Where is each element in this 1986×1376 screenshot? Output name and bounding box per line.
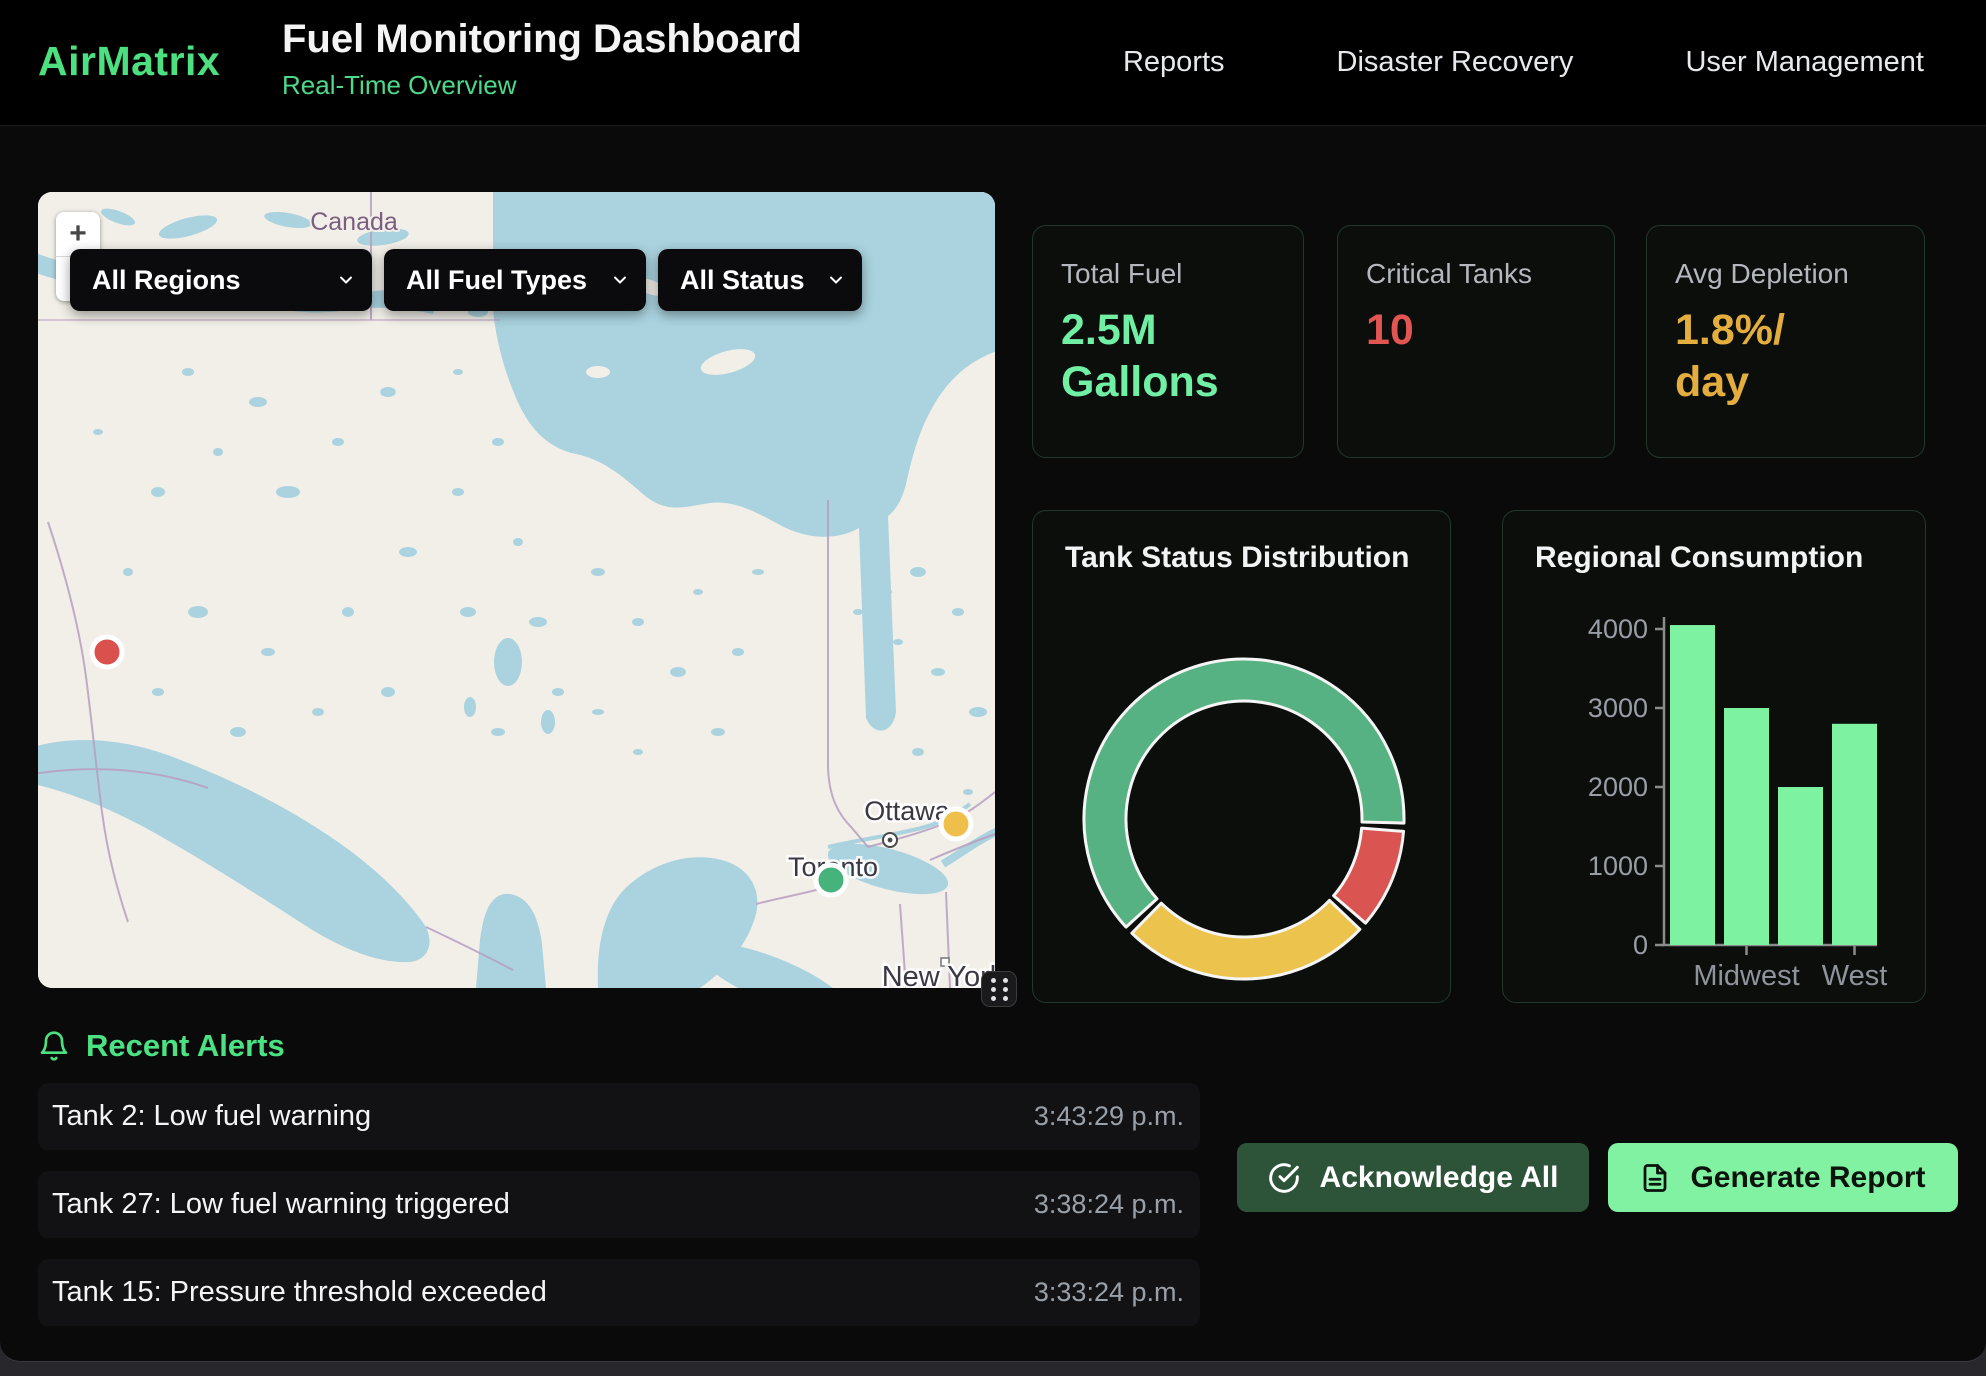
alert-message: Tank 27: Low fuel warning triggered [52, 1188, 510, 1221]
fuel-type-filter-label: All Fuel Types [406, 265, 587, 296]
region-filter-label: All Regions [92, 265, 241, 296]
recent-alerts-title: Recent Alerts [86, 1028, 285, 1064]
svg-text:Midwest: Midwest [1693, 960, 1799, 992]
kpi-label: Total Fuel [1061, 258, 1275, 290]
tank-marker-warning[interactable] [941, 809, 971, 839]
map-label-ottawa: Ottawa [864, 796, 951, 826]
svg-text:3000: 3000 [1588, 693, 1648, 723]
kpi-value: 1.8%/ day [1675, 304, 1896, 409]
chevron-down-icon [336, 270, 356, 290]
page-subtitle: Real-Time Overview [282, 70, 802, 101]
tank-marker-normal[interactable] [816, 865, 846, 895]
tank-status-chart-card: Tank Status Distribution [1032, 510, 1451, 1003]
svg-text:4000: 4000 [1588, 614, 1648, 644]
alert-timestamp: 3:33:24 p.m. [1034, 1277, 1184, 1308]
regional-consumption-chart-card: 0 1000 2000 3000 4000 Midwest West Regional Co… [1502, 510, 1926, 1003]
kpi-value: 10 [1366, 304, 1586, 356]
map-filters: All Regions All Fuel Types All Status [70, 249, 862, 311]
page-title: Fuel Monitoring Dashboard [282, 17, 802, 62]
bell-icon [38, 1030, 70, 1062]
fuel-type-filter-dropdown[interactable]: All Fuel Types [384, 249, 646, 311]
recent-alerts-header: Recent Alerts [38, 1028, 285, 1064]
app-header: AirMatrix Fuel Monitoring Dashboard Real… [0, 0, 1986, 126]
chevron-down-icon [610, 270, 630, 290]
alert-timestamp: 3:38:24 p.m. [1034, 1189, 1184, 1220]
alert-timestamp: 3:43:29 p.m. [1034, 1101, 1184, 1132]
kpi-total-fuel: Total Fuel 2.5M Gallons [1032, 225, 1304, 458]
alert-row: Tank 27: Low fuel warning triggered 3:38… [38, 1171, 1200, 1238]
brand-logo: AirMatrix [38, 38, 220, 85]
kpi-avg-depletion: Avg Depletion 1.8%/ day [1646, 225, 1925, 458]
city-dot-ottawa [883, 833, 897, 847]
map-label-new-york: New York [882, 961, 995, 988]
alert-row: Tank 2: Low fuel warning 3:43:29 p.m. [38, 1083, 1200, 1150]
map-label-canada: Canada [310, 208, 398, 236]
region-filter-dropdown[interactable]: All Regions [70, 249, 372, 311]
map-canvas: Canada Ottawa Toronto New York [38, 192, 995, 988]
main-nav: Reports Disaster Recovery User Managemen… [1123, 0, 1924, 125]
generate-report-button[interactable]: Generate Report [1608, 1143, 1958, 1212]
kpi-critical-tanks: Critical Tanks 10 [1337, 225, 1615, 458]
check-circle-icon [1268, 1162, 1300, 1194]
chart-title: Regional Consumption [1535, 541, 1925, 575]
kpi-label: Critical Tanks [1366, 258, 1586, 290]
alert-message: Tank 2: Low fuel warning [52, 1100, 371, 1133]
chevron-down-icon [826, 270, 846, 290]
kpi-label: Avg Depletion [1675, 258, 1896, 290]
regional-consumption-bar-chart: 0 1000 2000 3000 4000 Midwest West [1503, 511, 1926, 1003]
tank-marker-critical[interactable] [92, 637, 122, 667]
nav-disaster-recovery[interactable]: Disaster Recovery [1337, 46, 1574, 79]
tank-status-donut-chart [1033, 511, 1451, 1003]
svg-text:West: West [1822, 960, 1888, 992]
alert-row: Tank 15: Pressure threshold exceeded 3:3… [38, 1259, 1200, 1326]
fuel-map[interactable]: Canada Ottawa Toronto New York + − All R… [38, 192, 995, 988]
nav-reports[interactable]: Reports [1123, 46, 1225, 79]
status-filter-label: All Status [680, 265, 805, 296]
resize-drag-handle[interactable] [981, 971, 1017, 1007]
document-icon [1640, 1163, 1670, 1193]
dashboard-window: AirMatrix Fuel Monitoring Dashboard Real… [0, 0, 1986, 1362]
svg-text:1000: 1000 [1588, 851, 1648, 881]
kpi-value: 2.5M Gallons [1061, 304, 1275, 409]
alert-message: Tank 15: Pressure threshold exceeded [52, 1276, 547, 1309]
generate-report-label: Generate Report [1690, 1161, 1925, 1195]
nav-user-management[interactable]: User Management [1685, 46, 1924, 79]
acknowledge-all-label: Acknowledge All [1320, 1161, 1559, 1195]
acknowledge-all-button[interactable]: Acknowledge All [1237, 1143, 1589, 1212]
svg-text:2000: 2000 [1588, 772, 1648, 802]
svg-text:0: 0 [1633, 930, 1648, 960]
status-filter-dropdown[interactable]: All Status [658, 249, 862, 311]
chart-title: Tank Status Distribution [1065, 541, 1450, 575]
title-block: Fuel Monitoring Dashboard Real-Time Over… [282, 17, 802, 101]
